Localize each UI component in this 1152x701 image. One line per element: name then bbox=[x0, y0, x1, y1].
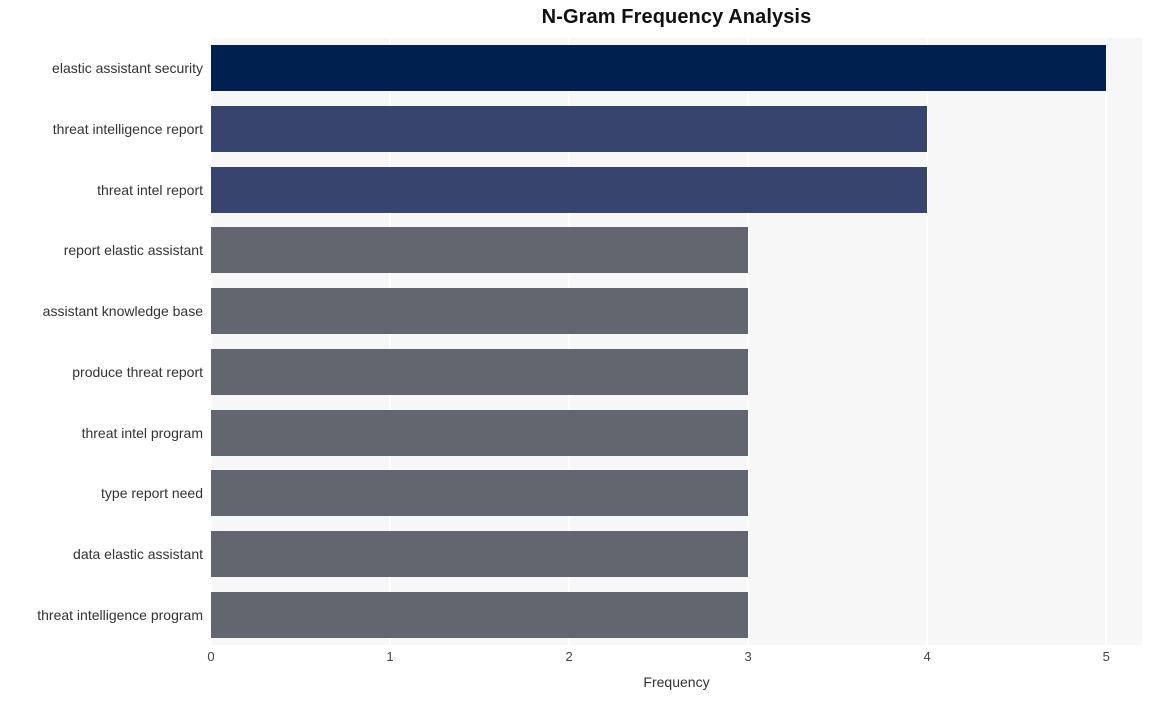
x-axis-tick-label: 2 bbox=[565, 649, 573, 664]
x-axis-ticks: 0 1 2 3 4 5 bbox=[0, 649, 1152, 669]
y-axis-tick-label: threat intelligence program bbox=[37, 606, 203, 623]
y-axis-tick-label: produce threat report bbox=[72, 363, 203, 380]
y-axis-tick-label: elastic assistant security bbox=[52, 60, 203, 77]
bar[interactable] bbox=[211, 45, 1107, 92]
bar[interactable] bbox=[211, 591, 749, 638]
y-axis-tick-label: threat intel report bbox=[97, 181, 203, 198]
x-axis-tick-label: 3 bbox=[744, 649, 752, 664]
bar[interactable] bbox=[211, 348, 749, 395]
chart-figure: N-Gram Frequency Analysis elastic assist… bbox=[0, 0, 1152, 701]
bar[interactable] bbox=[211, 106, 928, 153]
x-axis-tick-label: 5 bbox=[1102, 649, 1110, 664]
x-axis-tick-label: 0 bbox=[207, 649, 215, 664]
bars-layer bbox=[211, 38, 1142, 645]
x-axis-tick-label: 4 bbox=[923, 649, 931, 664]
bar[interactable] bbox=[211, 409, 749, 456]
y-axis-tick-label: report elastic assistant bbox=[63, 242, 203, 259]
bar[interactable] bbox=[211, 227, 749, 274]
x-axis-label: Frequency bbox=[643, 674, 710, 690]
y-axis-tick-label: data elastic assistant bbox=[73, 545, 203, 562]
plot-area bbox=[211, 38, 1142, 645]
x-axis-tick-label: 1 bbox=[386, 649, 394, 664]
y-axis-tick-label: type report need bbox=[101, 485, 203, 502]
bar[interactable] bbox=[211, 530, 749, 577]
y-axis-tick-label: threat intel program bbox=[81, 424, 203, 441]
chart-title: N-Gram Frequency Analysis bbox=[541, 6, 812, 28]
y-axis-tick-label: assistant knowledge base bbox=[42, 303, 203, 320]
bar[interactable] bbox=[211, 288, 749, 335]
y-axis-labels: elastic assistant security threat intelli… bbox=[0, 38, 203, 645]
bar[interactable] bbox=[211, 470, 749, 517]
bar[interactable] bbox=[211, 166, 928, 213]
y-axis-tick-label: threat intelligence report bbox=[52, 121, 203, 138]
